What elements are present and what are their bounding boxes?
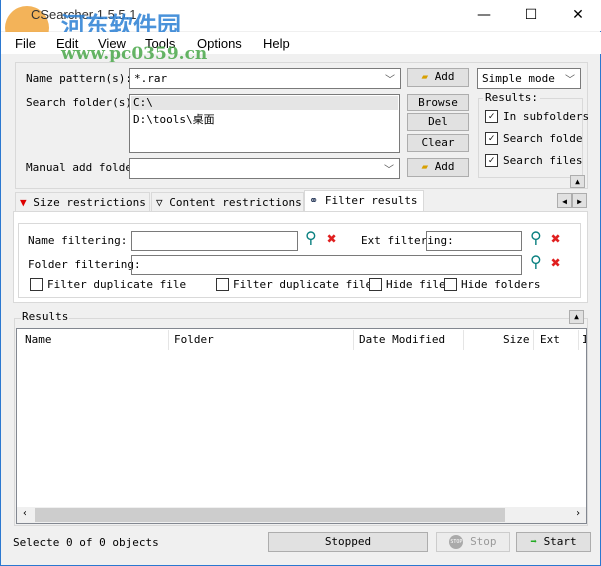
tab-scroll-right[interactable]: ▶ [572,193,587,208]
chevron-down-icon: ﹀ [565,75,575,86]
chevron-down-icon: ﹀ [384,165,394,176]
add-label: Add [434,160,455,173]
browse-button[interactable]: Browse [407,94,469,111]
folder-item[interactable]: C:\ [131,96,398,110]
folder-add-icon: ▰ [421,160,429,173]
search-icon[interactable]: ⚲ [530,252,542,271]
hide-folders-checkbox[interactable] [444,278,457,291]
scrollbar-thumb[interactable] [35,508,505,522]
name-filter-label: Name filtering: [28,234,128,247]
menu-file[interactable]: File [15,36,36,51]
scroll-right-icon[interactable]: › [575,508,581,519]
column-header-size[interactable]: Size [503,333,530,346]
search-files-checkbox[interactable]: ✓ [485,154,498,167]
start-label: Start [543,535,577,548]
mode-combo[interactable]: Simple mode ﹀ [477,68,581,89]
arrow-right-icon: ➡ [530,535,537,548]
stop-label: Stop [470,535,497,548]
hide-folders-label: Hide folders [461,278,541,291]
folder-filter-input[interactable] [131,255,522,275]
binoculars-icon: ⚭ [309,194,319,207]
column-header-name[interactable]: Name [25,333,52,346]
start-button[interactable]: ➡ Start [516,532,591,552]
search-folders-label: Search folder: [503,132,583,145]
search-files-label: Search files [503,154,583,167]
column-divider[interactable] [578,330,579,350]
del-button[interactable]: Del [407,113,469,131]
folder-edit-icon: ▰ [421,70,429,83]
column-header-truncated[interactable]: I [582,333,586,346]
column-header-folder[interactable]: Folder [174,333,214,346]
state-indicator: Stopped [268,532,428,552]
manual-folder-label: Manual add folder [26,161,139,174]
collapse-results-button[interactable]: ▲ [569,310,584,324]
watermark-url: www.pc0359.cn [61,44,208,64]
column-divider[interactable] [533,330,534,350]
menu-help[interactable]: Help [263,36,290,51]
in-subfolders-label: In subfolders [503,110,590,123]
results-list[interactable] [16,328,587,524]
funnel-add-icon: ▼ [20,196,27,209]
filter-dup-checkbox[interactable] [216,278,229,291]
search-icon[interactable]: ⚲ [305,228,317,247]
filter-dup-label: Filter duplicate files [233,278,379,291]
ext-filter-input[interactable] [426,231,522,251]
minimize-button[interactable]: — [461,0,507,30]
close-button[interactable]: ✕ [555,0,601,30]
column-header-date[interactable]: Date Modified [359,333,445,346]
results-title: Results [21,310,70,323]
column-divider[interactable] [353,330,354,350]
clear-icon[interactable]: ✖ [551,229,561,248]
collapse-up-button[interactable]: ▲ [570,175,585,188]
stop-icon: STOP [449,535,464,549]
hide-files-label: Hide files [386,278,446,291]
search-folder-label: Search folder(s): [26,96,139,109]
add-pattern-button[interactable]: ▰ Add [407,68,469,87]
search-folders-checkbox[interactable]: ✓ [485,132,498,145]
results-options-title: Results: [483,91,540,104]
add-label: Add [434,70,455,83]
tab-filter-results[interactable]: ⚭ Filter results [304,190,424,212]
manual-folder-combo[interactable]: ﹀ [129,158,400,179]
tab-label: Content restrictions [169,196,302,209]
column-divider[interactable] [168,330,169,350]
horizontal-scrollbar[interactable]: ‹ › [17,507,586,523]
column-header-ext[interactable]: Ext [540,333,560,346]
tab-label: Size restrictions [33,196,146,209]
clear-icon[interactable]: ✖ [551,253,561,272]
name-filter-input[interactable] [131,231,298,251]
in-subfolders-checkbox[interactable]: ✓ [485,110,498,123]
name-pattern-combo[interactable]: *.rar ﹀ [129,68,401,89]
mode-value: Simple mode [482,72,555,85]
column-divider[interactable] [463,330,464,350]
folder-list[interactable]: C:\ D:\tools\桌面 [129,94,400,153]
hide-files-checkbox[interactable] [369,278,382,291]
maximize-button[interactable]: ☐ [508,0,554,30]
filter-dup-name-checkbox[interactable] [30,278,43,291]
folder-filter-label: Folder filtering: [28,258,141,271]
name-pattern-value: *.rar [134,72,168,85]
tab-label: Filter results [324,194,418,207]
filter-dup-name-label: Filter duplicate files (name [47,278,187,291]
tab-size-restrictions[interactable]: ▼ Size restrictions [15,192,150,212]
funnel-icon: ▽ [156,196,163,209]
scroll-left-icon[interactable]: ‹ [22,508,28,519]
tab-content-restrictions[interactable]: ▽ Content restrictions [151,192,304,212]
clear-button[interactable]: Clear [407,134,469,152]
add-folder-button[interactable]: ▰ Add [407,158,469,177]
folder-item[interactable]: D:\tools\桌面 [131,111,398,127]
status-text: Selecte 0 of 0 objects [13,536,159,549]
tab-scroll-left[interactable]: ◀ [557,193,572,208]
stop-button[interactable]: STOP Stop [436,532,510,552]
clear-icon[interactable]: ✖ [327,229,337,248]
chevron-down-icon: ﹀ [385,75,395,86]
name-pattern-label: Name pattern(s): [26,72,132,85]
search-icon[interactable]: ⚲ [530,228,542,247]
